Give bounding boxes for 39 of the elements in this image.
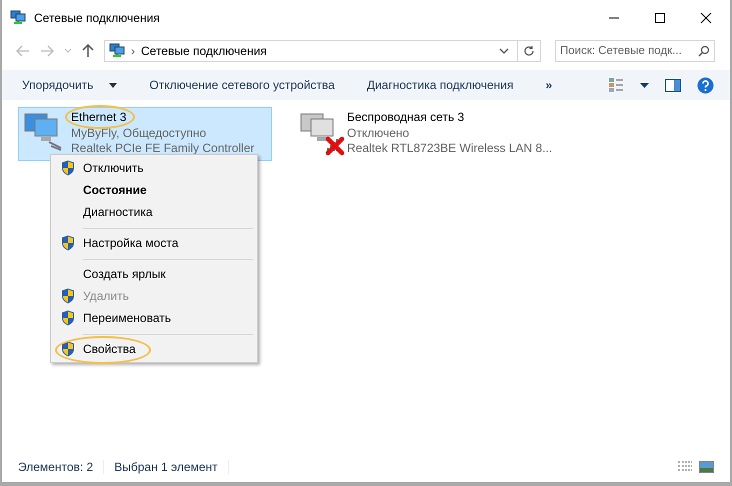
shield-icon: [61, 160, 75, 176]
maximize-icon[interactable]: [654, 12, 666, 24]
caret-icon[interactable]: [640, 82, 649, 88]
shield-icon: [61, 310, 75, 326]
network-folder-icon: [10, 8, 26, 24]
close-icon[interactable]: [700, 12, 712, 24]
connection-status: MyByFly, Общедоступно: [71, 126, 208, 141]
more-button[interactable]: »: [538, 74, 560, 96]
shield-icon: [61, 288, 75, 304]
up-arrow-icon[interactable]: [82, 44, 94, 58]
preview-pane-icon[interactable]: [665, 78, 681, 92]
menu-item[interactable]: Состояние: [53, 179, 255, 201]
breadcrumb-item[interactable]: Сетевые подключения: [141, 44, 493, 58]
help-icon[interactable]: [697, 76, 714, 94]
shield-icon: [61, 341, 75, 357]
network-folder-icon: [109, 42, 125, 58]
refresh-icon[interactable]: [523, 45, 535, 57]
menu-item[interactable]: Создать ярлык: [53, 263, 255, 285]
connection-name: Беспроводная сеть 3: [347, 110, 466, 126]
address-bar[interactable]: › Сетевые подключения: [104, 40, 541, 62]
connection-status: Отключено: [347, 126, 410, 141]
connection-name: Ethernet 3: [71, 110, 128, 126]
toolbar-button[interactable]: Диагностика подключения: [358, 74, 522, 96]
search-icon[interactable]: [698, 45, 710, 57]
adapter-name: Realtek RTL8723BE Wireless LAN 8...: [347, 141, 552, 156]
caret-icon[interactable]: [109, 82, 118, 88]
search-field[interactable]: Поиск: Сетевые подк...: [555, 40, 715, 62]
selection-count: Выбран 1 элемент: [104, 460, 229, 474]
chevron-down-icon[interactable]: [499, 48, 509, 54]
view-options-icon[interactable]: [608, 77, 624, 93]
window-title: Сетевые подключения: [34, 11, 160, 25]
toolbar-button[interactable]: Упорядочить: [14, 74, 126, 96]
adapter-name: Realtek PCIe FE Family Controller: [71, 141, 254, 156]
details-view-icon[interactable]: [677, 461, 693, 473]
menu-item[interactable]: Свойства: [53, 338, 255, 360]
toolbar-button[interactable]: Отключение сетевого устройства: [141, 74, 343, 96]
shield-icon: [61, 235, 75, 251]
breadcrumb-separator: ›: [131, 44, 135, 58]
item-count: Элементов: 2: [18, 460, 104, 474]
